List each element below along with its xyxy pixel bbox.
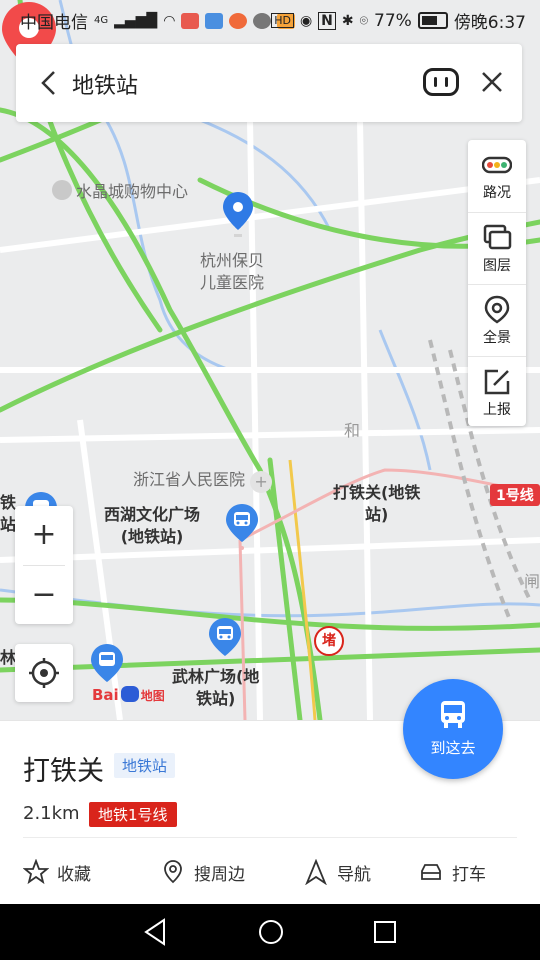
map-label-right-partial: 闸	[524, 572, 540, 591]
signal-icon: ▂▄▆█	[114, 12, 158, 29]
layers-button[interactable]: 图层	[468, 212, 526, 283]
map-label-child-hospital[interactable]: 杭州保贝 儿童医院	[200, 250, 264, 294]
network-type-label: 4G	[94, 15, 109, 26]
traffic-light-icon	[482, 156, 512, 174]
metro-station-icon[interactable]	[223, 502, 261, 550]
place-name: 打铁关	[23, 756, 104, 787]
locate-me-button[interactable]	[15, 644, 73, 702]
crosshair-icon	[29, 658, 59, 688]
star-icon	[23, 859, 49, 885]
metro-station-icon[interactable]	[206, 616, 244, 664]
report-button[interactable]: 上报	[468, 356, 526, 427]
system-nav-bar	[0, 904, 540, 960]
hospital-pin-icon[interactable]	[221, 190, 255, 248]
divider	[23, 837, 517, 838]
go-there-button[interactable]: 到这去	[403, 679, 503, 779]
map-label-datieguan-station[interactable]: 打铁关(地铁 站)	[333, 482, 420, 526]
map-label-wulin-station[interactable]: 武林广场(地 铁站)	[172, 666, 259, 710]
bluetooth-icon: ✱	[341, 12, 354, 29]
hospital-cross-icon: +	[250, 471, 273, 493]
panorama-button[interactable]: 全景	[468, 284, 526, 355]
recents-square-icon[interactable]	[372, 918, 398, 946]
traffic-toggle-button[interactable]: 路况	[468, 140, 526, 210]
place-category-tag: 地铁站	[114, 753, 176, 778]
location-pin-icon	[164, 860, 182, 884]
edit-icon	[484, 369, 510, 395]
paw-icon	[120, 686, 139, 702]
nfc-icon: N	[318, 11, 336, 30]
search-query-text[interactable]: 地铁站	[72, 68, 138, 100]
bus-icon	[441, 701, 465, 728]
search-nearby-button[interactable]: 搜周边	[160, 855, 245, 889]
panorama-pin-icon	[484, 295, 510, 324]
map-label-zhejiang-hospital[interactable]: 浙江省人民医院 +	[133, 466, 273, 493]
map-label-xihu-station[interactable]: 西湖文化广场 (地铁站)	[104, 504, 200, 548]
battery-percent: 77%	[374, 10, 412, 31]
layers-icon	[483, 224, 512, 250]
shopping-bag-icon	[52, 180, 72, 200]
voice-assistant-icon[interactable]	[423, 68, 459, 96]
location-icon: ⌾	[359, 12, 369, 29]
close-icon[interactable]	[479, 69, 505, 95]
clock: 傍晚6:37	[453, 13, 526, 33]
battery-icon	[417, 12, 448, 29]
search-bar: 地铁站	[16, 44, 522, 122]
metro-line-badge: 1号线	[490, 484, 540, 506]
zoom-in-button[interactable]: +	[15, 506, 73, 564]
zoom-out-button[interactable]: −	[15, 566, 73, 624]
car-icon	[421, 864, 441, 880]
carrier-label: 中国电信	[20, 13, 88, 33]
back-arrow-icon[interactable]	[34, 66, 64, 100]
home-circle-icon[interactable]	[257, 918, 285, 946]
eye-icon: ◉	[299, 12, 313, 29]
map-tools-panel: 路况 图层 全景 上报	[468, 140, 526, 426]
status-bar: 中国电信 4G ▂▄▆█ ◠ HD ◉ N ✱ ⌾ 77% 傍晚6:37	[0, 0, 540, 36]
map-label-partial: 和	[344, 421, 361, 440]
app-notification-icon	[205, 12, 224, 29]
message-icon	[253, 12, 272, 29]
mic-app-icon	[181, 12, 200, 29]
send-app-icon	[229, 12, 248, 29]
map-label-mall[interactable]: 水晶城购物中心	[52, 178, 188, 202]
metro-station-icon[interactable]	[88, 642, 126, 690]
navigation-arrow-icon	[305, 859, 327, 885]
baidu-map-logo: Bai 地图	[92, 686, 165, 704]
hd-icon: HD	[271, 13, 294, 28]
wifi-icon: ◠	[163, 12, 176, 29]
map-label-left-partial: 林	[0, 648, 17, 667]
back-triangle-icon[interactable]	[142, 918, 168, 946]
favorite-button[interactable]: 收藏	[23, 855, 91, 889]
traffic-jam-marker[interactable]: 堵	[314, 626, 344, 656]
place-distance: 2.1km	[23, 803, 80, 824]
taxi-button[interactable]: 打车	[418, 855, 486, 889]
zoom-control: + −	[15, 506, 73, 624]
map-label-left-station[interactable]: 铁 站	[0, 492, 16, 536]
metro-line-tag: 地铁1号线	[89, 802, 177, 827]
navigate-button[interactable]: 导航	[303, 855, 371, 889]
